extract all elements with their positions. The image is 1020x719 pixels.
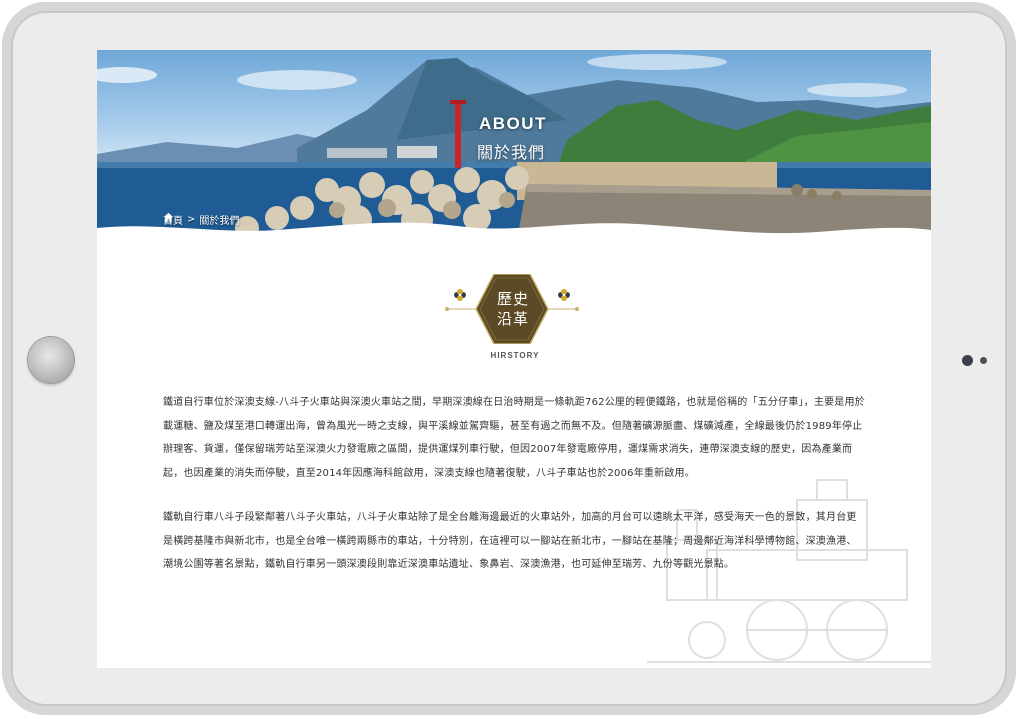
flower-icon [558,289,570,301]
breadcrumb: 首頁 > 關於我們 [163,212,239,227]
history-content: 鐵道自行車位於深澳支線-八斗子火車站與深澳火車站之間，早期深澳線在日治時期是一條… [163,391,865,598]
history-paragraph-2: 鐵軌自行車八斗子段緊鄰著八斗子火車站，八斗子火車站除了是全台離海邊最近的火車站外… [163,512,857,570]
history-paragraph-1: 鐵道自行車位於深澳支線-八斗子火車站與深澳火車站之間，早期深澳線在日治時期是一條… [163,397,865,479]
hero-banner: ABOUT 關於我們 首頁 > 關於我們 [97,50,931,240]
badge-line-2: 沿革 [496,310,529,328]
breadcrumb-current: 關於我們 [199,216,240,227]
badge-line-1: 歷史 [496,290,529,308]
tablet-camera [962,355,973,366]
breadcrumb-separator: > [187,214,196,225]
flower-icon [454,289,466,301]
tablet-sensor [980,357,987,364]
banner-title-zh: 關於我們 [477,143,546,162]
banner-title-en: ABOUT [479,114,547,133]
tablet-home-button[interactable] [28,337,74,383]
section-badge-title: 歷史 沿革 [493,289,533,329]
home-icon[interactable] [163,212,174,223]
screen: ABOUT 關於我們 首頁 > 關於我們 歷史 沿革 HIRSTORY 鐵道自行… [97,50,931,668]
section-label: HIRSTORY [490,351,540,360]
